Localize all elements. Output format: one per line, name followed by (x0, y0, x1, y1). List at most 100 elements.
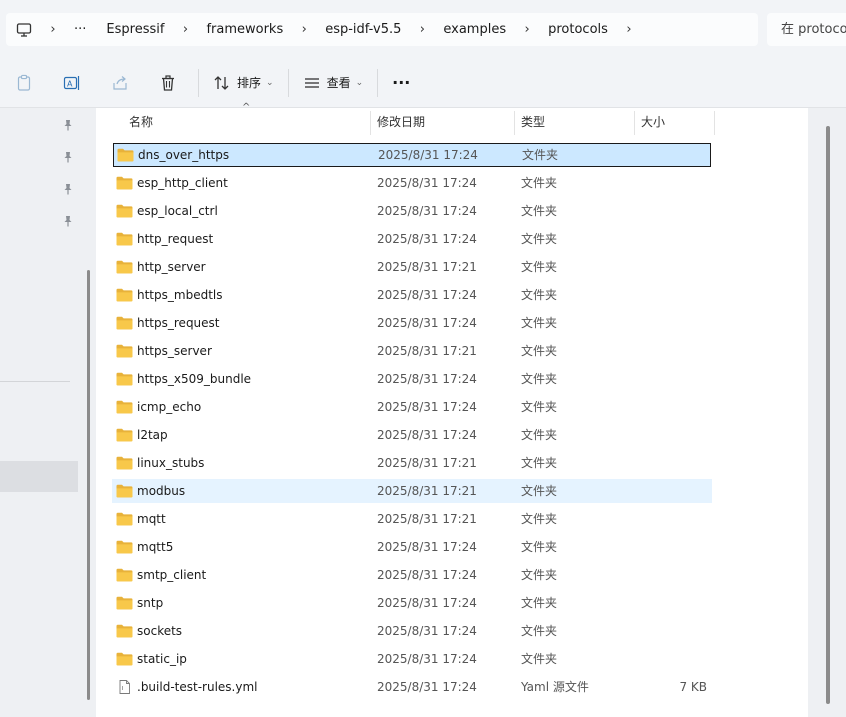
file-row[interactable]: https_x509_bundle 2025/8/31 17:24 文件夹 (112, 367, 712, 391)
pin-icon[interactable] (62, 215, 74, 227)
file-modified: 2025/8/31 17:24 (377, 568, 477, 582)
folder-icon (116, 596, 133, 610)
file-type: 文件夹 (521, 344, 558, 358)
pin-icon[interactable] (62, 119, 74, 131)
nav-divider (0, 381, 70, 382)
file-name: modbus (137, 484, 186, 498)
file-row[interactable]: https_mbedtls 2025/8/31 17:24 文件夹 (112, 283, 712, 307)
column-header-name[interactable]: 名称 (123, 108, 153, 136)
folder-icon (116, 316, 133, 330)
file-modified: 2025/8/31 17:24 (377, 624, 477, 638)
breadcrumb-overflow[interactable]: ··· (64, 22, 96, 37)
address-bar-row: › ··· Espressif › frameworks › esp-idf-v… (0, 0, 846, 58)
chevron-down-icon: ⌄ (266, 77, 274, 88)
chevron-right-icon[interactable]: › (411, 22, 433, 37)
file-name: https_x509_bundle (137, 372, 252, 386)
sort-menu-button[interactable]: 排序 ⌄ (205, 65, 282, 101)
breadcrumb-item-protocols[interactable]: protocols (538, 22, 618, 37)
breadcrumb-item-frameworks[interactable]: frameworks (196, 22, 293, 37)
file-modified: 2025/8/31 17:21 (377, 260, 477, 274)
chevron-right-icon[interactable]: › (618, 22, 640, 37)
file-name: https_server (137, 344, 212, 358)
share-icon (113, 75, 127, 90)
file-modified: 2025/8/31 17:24 (377, 204, 477, 218)
file-row[interactable]: l2tap 2025/8/31 17:24 文件夹 (112, 423, 712, 447)
this-pc-icon[interactable] (6, 22, 42, 38)
file-modified: 2025/8/31 17:24 (377, 176, 477, 190)
file-name: icmp_echo (137, 400, 202, 414)
file-modified: 2025/8/31 17:24 (377, 372, 477, 386)
toolbar-divider (287, 68, 289, 97)
file-row[interactable]: mqtt 2025/8/31 17:21 文件夹 (112, 507, 712, 531)
breadcrumb-item-examples[interactable]: examples (433, 22, 516, 37)
file-type: 文件夹 (521, 568, 558, 582)
file-modified: 2025/8/31 17:24 (377, 288, 477, 302)
file-row[interactable]: esp_http_client 2025/8/31 17:24 文件夹 (112, 171, 712, 195)
file-row[interactable]: http_server 2025/8/31 17:21 文件夹 (112, 255, 712, 279)
pin-icon[interactable] (62, 183, 74, 195)
file-row[interactable]: https_server 2025/8/31 17:21 文件夹 (112, 339, 712, 363)
sort-label: 排序 (237, 76, 262, 90)
view-icon (304, 77, 319, 88)
file-name: http_request (137, 232, 214, 246)
rename-icon: A (63, 75, 80, 90)
file-modified: 2025/8/31 17:21 (377, 456, 477, 470)
share-button[interactable] (96, 65, 144, 101)
file-row[interactable]: http_request 2025/8/31 17:24 文件夹 (112, 227, 712, 251)
file-row[interactable]: smtp_client 2025/8/31 17:24 文件夹 (112, 563, 712, 587)
file-row[interactable]: sntp 2025/8/31 17:24 文件夹 (112, 591, 712, 615)
chevron-right-icon[interactable]: › (174, 22, 196, 37)
breadcrumb-item-esp-idf[interactable]: esp-idf-v5.5 (315, 22, 411, 37)
column-header-size[interactable]: 大小 (635, 108, 665, 136)
breadcrumb[interactable]: › ··· Espressif › frameworks › esp-idf-v… (6, 13, 758, 46)
file-row[interactable]: linux_stubs 2025/8/31 17:21 文件夹 (112, 451, 712, 475)
rename-button[interactable]: A (48, 65, 96, 101)
folder-icon (116, 176, 133, 190)
paste-icon (17, 74, 31, 91)
column-header-modified[interactable]: 修改日期 (371, 108, 425, 136)
breadcrumb-item-espressif[interactable]: Espressif (96, 22, 174, 37)
toolbar-divider (198, 68, 199, 97)
folder-icon (116, 400, 133, 414)
file-row[interactable]: modbus 2025/8/31 17:21 文件夹 (112, 479, 712, 503)
file-name: http_server (137, 260, 206, 274)
chevron-right-icon[interactable]: › (516, 22, 538, 37)
chevron-right-icon[interactable]: › (42, 22, 64, 37)
file-row[interactable]: static_ip 2025/8/31 17:24 文件夹 (112, 647, 712, 671)
file-type: 文件夹 (521, 372, 558, 386)
file-modified: 2025/8/31 17:24 (377, 652, 477, 666)
paste-button[interactable] (0, 65, 48, 101)
search-input[interactable]: 在 protocols 中搜索 (767, 13, 846, 46)
chevron-right-icon[interactable]: › (293, 22, 315, 37)
column-resize-handle[interactable] (714, 111, 715, 135)
column-headers: ^ 名称 修改日期 类型 大小 (96, 102, 808, 136)
more-options-button[interactable]: ··· (384, 65, 418, 101)
file-name: dns_over_https (138, 148, 230, 162)
file-row[interactable]: mqtt5 2025/8/31 17:24 文件夹 (112, 535, 712, 559)
column-header-type[interactable]: 类型 (515, 108, 545, 136)
file-type: 文件夹 (521, 232, 558, 246)
file-type: 文件夹 (521, 176, 558, 190)
view-label: 查看 (326, 76, 351, 90)
delete-button[interactable] (144, 65, 192, 101)
vertical-scrollbar[interactable] (826, 126, 830, 704)
file-row[interactable]: esp_local_ctrl 2025/8/31 17:24 文件夹 (112, 199, 712, 223)
file-row[interactable]: icmp_echo 2025/8/31 17:24 文件夹 (112, 395, 712, 419)
file-row[interactable]: https_request 2025/8/31 17:24 文件夹 (112, 311, 712, 335)
nav-item-selected[interactable] (0, 461, 78, 492)
file-type: 文件夹 (521, 456, 558, 470)
file-row[interactable]: dns_over_https 2025/8/31 17:24 文件夹 (113, 143, 711, 167)
view-menu-button[interactable]: 查看 ⌄ (295, 65, 372, 101)
chevron-down-icon: ⌄ (355, 77, 364, 88)
file-row[interactable]: sockets 2025/8/31 17:24 文件夹 (112, 619, 712, 643)
nav-scrollbar[interactable] (87, 270, 90, 700)
folder-icon (116, 484, 133, 498)
file-type: 文件夹 (521, 652, 558, 666)
file-modified: 2025/8/31 17:24 (377, 680, 477, 694)
file-modified: 2025/8/31 17:24 (377, 232, 477, 246)
file-row[interactable]: .build-test-rules.yml 2025/8/31 17:24 Yaml… (112, 675, 712, 699)
sort-ascending-icon: ^ (242, 102, 251, 113)
sort-icon (214, 75, 229, 90)
file-name: https_request (137, 316, 220, 330)
pin-icon[interactable] (62, 151, 74, 163)
